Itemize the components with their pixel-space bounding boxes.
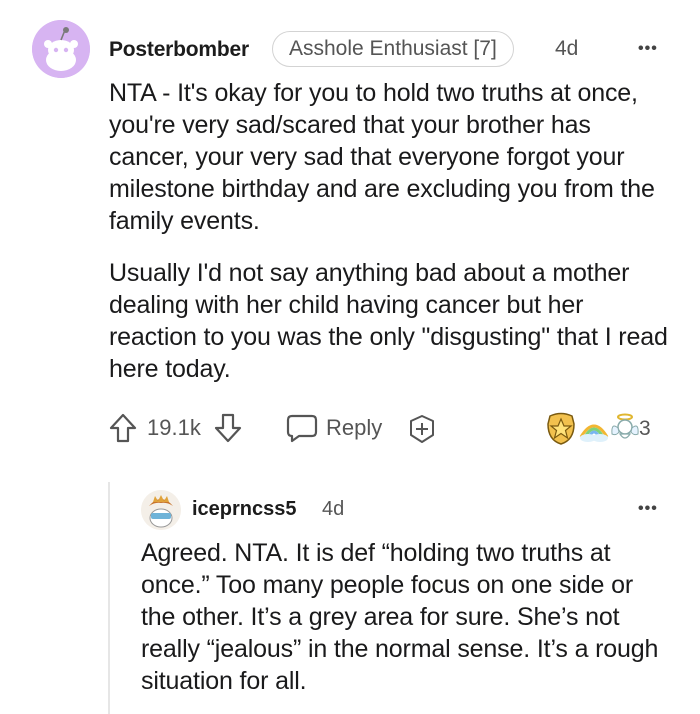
upvote-button[interactable] [108,412,138,444]
user-avatar[interactable] [32,20,90,78]
comment-paragraph: Usually I'd not say anything bad about a… [109,259,668,383]
reply-age: 4d [322,498,345,520]
user-flair: Asshole Enthusiast [7] [272,31,514,67]
comment-actions: 19.1k Reply 3 [0,408,700,452]
comment-username[interactable]: Posterbomber [109,38,249,62]
reply-more-options-button[interactable]: ••• [638,500,658,518]
rainbow-award-icon [579,424,609,442]
comment-paragraph: NTA - It's okay for you to hold two trut… [109,79,655,235]
downvote-button[interactable] [213,412,243,444]
award-count: 3 [639,417,651,440]
reply-text: Agreed. NTA. It is def “holding two trut… [141,539,659,695]
award-plus-icon [410,415,434,443]
snoo-avatar-icon [32,20,90,78]
give-award-button[interactable] [406,413,438,445]
downvote-icon [214,413,242,443]
reply-bubble-icon [286,414,318,443]
vote-score: 19.1k [147,415,201,440]
angel-award-icon [611,413,639,439]
reply-button[interactable]: Reply [286,413,382,443]
reply-label: Reply [326,415,383,440]
reply-user-avatar[interactable] [141,490,181,530]
more-options-button[interactable]: ••• [638,40,658,58]
reply-username[interactable]: iceprncss5 [192,498,297,521]
awards-list[interactable] [544,410,640,446]
thread-line[interactable] [108,482,110,714]
gold-award-icon [547,412,575,445]
snoo-avatar-icon [141,490,181,530]
comment-age: 4d [555,37,579,60]
upvote-icon [109,413,137,443]
